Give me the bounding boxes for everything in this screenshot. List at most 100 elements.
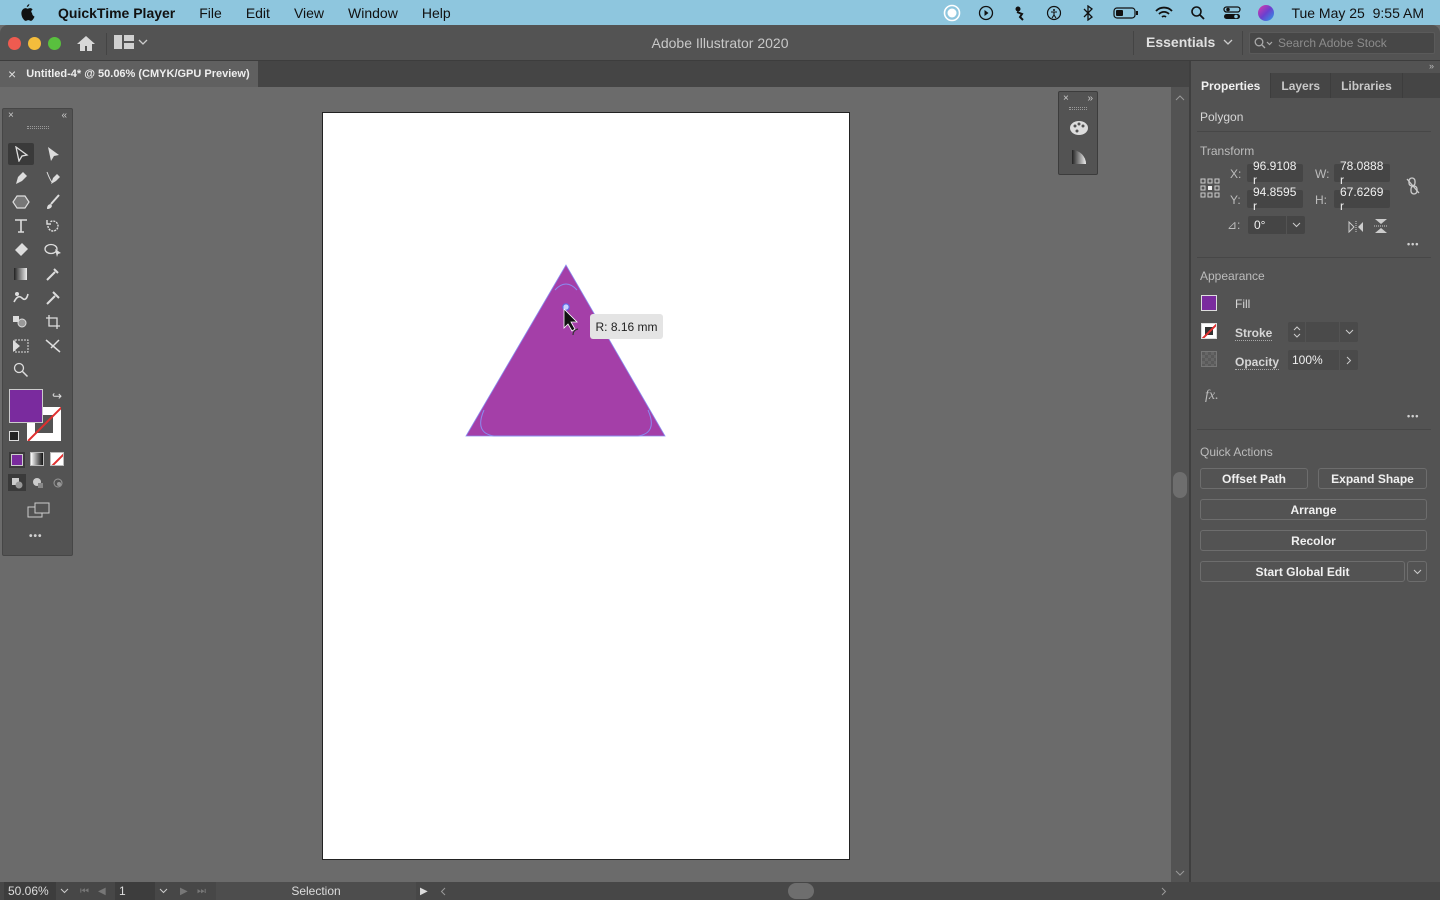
control-center-icon[interactable] — [1223, 4, 1242, 22]
fill-swatch[interactable] — [9, 389, 43, 423]
vertical-scroll-thumb[interactable] — [1173, 472, 1187, 498]
opacity-value[interactable]: 100% — [1288, 350, 1340, 370]
scroll-down-icon[interactable] — [1175, 870, 1185, 876]
opacity-field[interactable]: 100% — [1288, 350, 1358, 370]
gradient-mode-button[interactable] — [30, 452, 44, 466]
selected-triangle-shape[interactable] — [460, 260, 670, 445]
scroll-up-icon[interactable] — [1175, 95, 1185, 101]
reference-point-selector[interactable] — [1200, 178, 1220, 198]
scroll-left-icon[interactable] — [440, 887, 446, 896]
current-tool-status[interactable]: Selection — [216, 882, 416, 900]
constrain-proportions-button[interactable] — [1405, 177, 1421, 200]
gradient-panel-button[interactable] — [1070, 148, 1088, 171]
x-field[interactable]: 96.9108 r — [1247, 159, 1303, 187]
siri-icon[interactable] — [1257, 4, 1275, 22]
symbol-sprayer-tool[interactable] — [40, 287, 66, 309]
previous-artboard-button[interactable]: ◀ — [98, 882, 106, 900]
offset-path-button[interactable]: Offset Path — [1200, 468, 1308, 489]
eraser-tool[interactable] — [8, 239, 34, 261]
close-tab-icon[interactable]: × — [8, 66, 16, 82]
artboard-number-field[interactable]: 1 — [115, 882, 155, 900]
stroke-color-swatch[interactable] — [1201, 323, 1217, 339]
swap-fill-stroke-icon[interactable]: ↪ — [52, 389, 62, 403]
search-adobe-stock-input[interactable]: Search Adobe Stock — [1249, 32, 1435, 54]
puppet-icon[interactable] — [1011, 4, 1029, 22]
draw-behind-button[interactable] — [29, 474, 47, 491]
free-transform-tool[interactable] — [8, 335, 34, 357]
default-fill-stroke-icon[interactable] — [9, 431, 19, 441]
stroke-stepper-arrows[interactable] — [1288, 322, 1306, 342]
start-global-edit-button[interactable]: Start Global Edit — [1200, 561, 1405, 582]
y-field[interactable]: 94.8595 r — [1247, 185, 1303, 213]
expand-shape-button[interactable]: Expand Shape — [1318, 468, 1427, 489]
drag-grip[interactable] — [27, 126, 49, 129]
transform-more-options-button[interactable]: ••• — [1407, 239, 1419, 249]
tab-libraries[interactable]: Libraries — [1331, 73, 1403, 98]
type-tool[interactable] — [8, 215, 34, 237]
appearance-more-options-button[interactable]: ••• — [1407, 411, 1419, 421]
triangle-fill[interactable] — [466, 265, 665, 436]
screen-mode-button[interactable] — [27, 502, 51, 523]
slice-tool[interactable] — [40, 335, 66, 357]
artboard-crop-tool[interactable] — [40, 311, 66, 333]
collapse-panel-icon[interactable]: « — [61, 110, 67, 121]
play-icon[interactable] — [977, 4, 995, 22]
expand-panel-icon[interactable]: » — [1087, 93, 1093, 104]
flip-horizontal-button[interactable] — [1348, 220, 1364, 238]
next-artboard-button[interactable]: ▶ — [180, 882, 188, 900]
zoom-dropdown[interactable] — [56, 882, 72, 900]
global-edit-options-dropdown[interactable] — [1407, 561, 1427, 582]
menu-window[interactable]: Window — [348, 5, 398, 21]
stroke-label[interactable]: Stroke — [1235, 326, 1273, 341]
wifi-icon[interactable] — [1155, 4, 1174, 22]
opacity-slider-button[interactable] — [1340, 350, 1358, 370]
document-tab[interactable]: × Untitled-4* @ 50.06% (CMYK/GPU Preview… — [0, 61, 258, 87]
shape-builder-tool[interactable] — [40, 239, 66, 261]
draw-inside-button[interactable] — [49, 474, 67, 491]
curvature-tool[interactable] — [40, 167, 66, 189]
vertical-scrollbar[interactable] — [1171, 87, 1189, 882]
battery-icon[interactable] — [1113, 4, 1139, 22]
height-field[interactable]: 67.6269 r — [1334, 185, 1390, 213]
gradient-tool[interactable] — [8, 263, 34, 285]
artboard-dropdown[interactable] — [155, 882, 171, 900]
close-panel-icon[interactable]: × — [1063, 93, 1069, 104]
tab-layers[interactable]: Layers — [1271, 73, 1332, 98]
status-menu-button[interactable]: ▶ — [420, 882, 428, 900]
expand-panel-icon[interactable]: » — [1429, 61, 1434, 71]
stroke-weight-value[interactable] — [1306, 322, 1340, 342]
direct-selection-tool[interactable] — [40, 143, 66, 165]
flip-vertical-button[interactable] — [1374, 218, 1388, 239]
fx-effects-button[interactable]: fx. — [1205, 388, 1219, 404]
rotate-angle-field[interactable]: 0° — [1248, 216, 1305, 234]
opacity-label[interactable]: Opacity — [1235, 355, 1280, 370]
first-artboard-button[interactable]: ⏮ — [80, 882, 89, 900]
shape-tool[interactable] — [8, 191, 34, 213]
fill-color-swatch[interactable] — [1201, 295, 1217, 311]
paintbrush-tool[interactable] — [40, 191, 66, 213]
scroll-right-icon[interactable] — [1161, 887, 1167, 896]
fill-label[interactable]: Fill — [1235, 297, 1250, 311]
menu-app-name[interactable]: QuickTime Player — [58, 5, 175, 21]
edit-toolbar-more-button[interactable]: ••• — [29, 531, 43, 542]
bluetooth-icon[interactable] — [1079, 4, 1097, 22]
draw-normal-button[interactable] — [8, 474, 26, 491]
stroke-weight-dropdown[interactable] — [1340, 322, 1358, 342]
spotlight-search-icon[interactable] — [1189, 4, 1207, 22]
close-panel-icon[interactable]: × — [8, 110, 14, 121]
zoom-tool[interactable] — [8, 359, 34, 381]
workspace-switcher[interactable]: Essentials — [1146, 34, 1233, 50]
artboard[interactable] — [322, 112, 850, 860]
eyedropper-tool[interactable] — [40, 263, 66, 285]
tab-properties[interactable]: Properties — [1191, 73, 1272, 98]
rotate-tool[interactable] — [40, 215, 66, 237]
menu-help[interactable]: Help — [422, 5, 451, 21]
color-guide-button[interactable] — [1069, 120, 1089, 141]
accessibility-icon[interactable] — [1045, 4, 1063, 22]
arrange-button[interactable]: Arrange — [1200, 499, 1427, 520]
stroke-weight-stepper[interactable] — [1288, 322, 1358, 342]
horizontal-scroll-thumb[interactable] — [788, 883, 814, 899]
blend-tool[interactable] — [8, 311, 34, 333]
width-field[interactable]: 78.0888 r — [1334, 159, 1390, 187]
screen-record-icon[interactable] — [943, 4, 961, 22]
